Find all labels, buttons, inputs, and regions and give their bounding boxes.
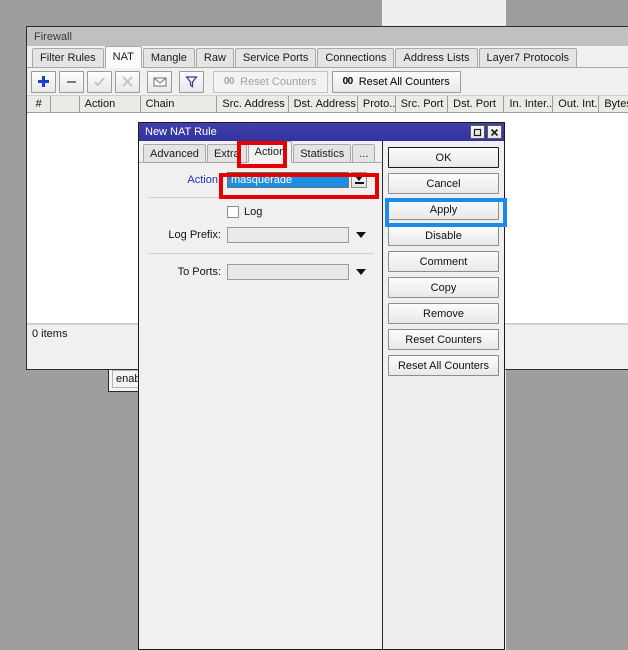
form-divider-1: [147, 197, 374, 198]
to-ports-dropdown-icon[interactable]: [354, 266, 367, 279]
remove-button[interactable]: Remove: [388, 303, 499, 324]
new-nat-rule-dialog: New NAT Rule Advanced Extra Action Stati…: [138, 122, 505, 650]
column-header-dst-port[interactable]: Dst. Port: [448, 96, 504, 112]
nat-dialog-tab-bar: Advanced Extra Action Statistics ...: [139, 141, 382, 163]
nat-dialog-titlebar[interactable]: New NAT Rule: [139, 123, 504, 141]
column-header-src-port[interactable]: Src. Port: [396, 96, 449, 112]
nat-dialog-title: New NAT Rule: [145, 126, 217, 138]
enable-check-icon: [87, 71, 112, 93]
copy-button[interactable]: Copy: [388, 277, 499, 298]
disable-cross-icon: [115, 71, 140, 93]
action-field-row: Action: masquerade: [139, 172, 382, 188]
column-header-src-address[interactable]: Src. Address: [217, 96, 288, 112]
to-ports-label: To Ports:: [139, 266, 227, 278]
log-prefix-label: Log Prefix:: [139, 229, 227, 241]
tab-connections[interactable]: Connections: [317, 48, 394, 67]
column-header-number[interactable]: #: [27, 96, 51, 112]
column-header-out-interface[interactable]: Out. Int...: [553, 96, 599, 112]
log-prefix-input[interactable]: [227, 227, 349, 243]
dialog-tab-more[interactable]: ...: [352, 144, 375, 162]
cancel-button[interactable]: Cancel: [388, 173, 499, 194]
reset-counters-count: 00: [224, 76, 234, 87]
tab-address-lists[interactable]: Address Lists: [395, 48, 477, 67]
reset-counters-label: Reset Counters: [240, 76, 316, 88]
filter-funnel-icon[interactable]: [179, 71, 204, 93]
form-divider-2: [147, 253, 374, 254]
to-ports-field-row: To Ports:: [139, 264, 382, 280]
firewall-tab-bar: Filter Rules NAT Mangle Raw Service Port…: [27, 46, 628, 68]
log-checkbox-row: Log: [139, 206, 382, 218]
maximize-icon[interactable]: [470, 125, 485, 139]
tab-nat[interactable]: NAT: [105, 46, 142, 68]
firewall-title: Firewall: [34, 31, 72, 43]
to-ports-input[interactable]: [227, 264, 349, 280]
tab-filter-rules[interactable]: Filter Rules: [32, 48, 104, 67]
reset-all-counters-button[interactable]: Reset All Counters: [388, 355, 499, 376]
log-label: Log: [244, 206, 262, 218]
action-label: Action:: [139, 174, 227, 186]
column-header-blank[interactable]: [51, 96, 79, 112]
item-count-label: 0 items: [32, 328, 67, 340]
column-header-action[interactable]: Action: [80, 96, 141, 112]
reset-all-counters-count: 00: [343, 76, 353, 87]
add-icon[interactable]: [31, 71, 56, 93]
column-header-dst-address[interactable]: Dst. Address: [289, 96, 358, 112]
column-header-proto[interactable]: Proto...: [358, 96, 396, 112]
log-prefix-field-row: Log Prefix:: [139, 227, 382, 243]
close-icon[interactable]: [487, 125, 502, 139]
nat-dialog-button-panel: OK Cancel Apply Disable Comment Copy Rem…: [382, 141, 504, 650]
dialog-tab-extra[interactable]: Extra: [207, 144, 247, 162]
remove-icon[interactable]: [59, 71, 84, 93]
comment-button[interactable]: Comment: [388, 251, 499, 272]
firewall-toolbar: 00 Reset Counters 00 Reset All Counters: [27, 68, 628, 96]
apply-button[interactable]: Apply: [388, 199, 499, 220]
tab-layer7-protocols[interactable]: Layer7 Protocols: [479, 48, 578, 67]
log-checkbox[interactable]: [227, 206, 239, 218]
column-header-in-interface[interactable]: In. Inter...: [504, 96, 553, 112]
tab-mangle[interactable]: Mangle: [143, 48, 195, 67]
nat-dialog-form: Advanced Extra Action Statistics ... Act…: [139, 141, 382, 650]
column-header-bytes[interactable]: Bytes: [599, 96, 628, 112]
dialog-tab-statistics[interactable]: Statistics: [293, 144, 351, 162]
tab-service-ports[interactable]: Service Ports: [235, 48, 316, 67]
action-select[interactable]: masquerade: [227, 172, 349, 188]
firewall-column-header: # Action Chain Src. Address Dst. Address…: [27, 96, 628, 113]
action-dropdown-icon[interactable]: [351, 172, 367, 188]
reset-all-counters-button[interactable]: 00 Reset All Counters: [332, 71, 461, 93]
disable-button[interactable]: Disable: [388, 225, 499, 246]
log-prefix-dropdown-icon[interactable]: [354, 229, 367, 242]
reset-counters-button: 00 Reset Counters: [213, 71, 328, 93]
reset-all-counters-label: Reset All Counters: [359, 76, 450, 88]
reset-counters-button[interactable]: Reset Counters: [388, 329, 499, 350]
dialog-tab-action[interactable]: Action: [248, 141, 293, 163]
column-header-chain[interactable]: Chain: [141, 96, 218, 112]
comment-icon[interactable]: [147, 71, 172, 93]
dialog-tab-advanced[interactable]: Advanced: [143, 144, 206, 162]
tab-raw[interactable]: Raw: [196, 48, 234, 67]
firewall-titlebar[interactable]: Firewall: [27, 27, 628, 46]
ok-button[interactable]: OK: [388, 147, 499, 168]
